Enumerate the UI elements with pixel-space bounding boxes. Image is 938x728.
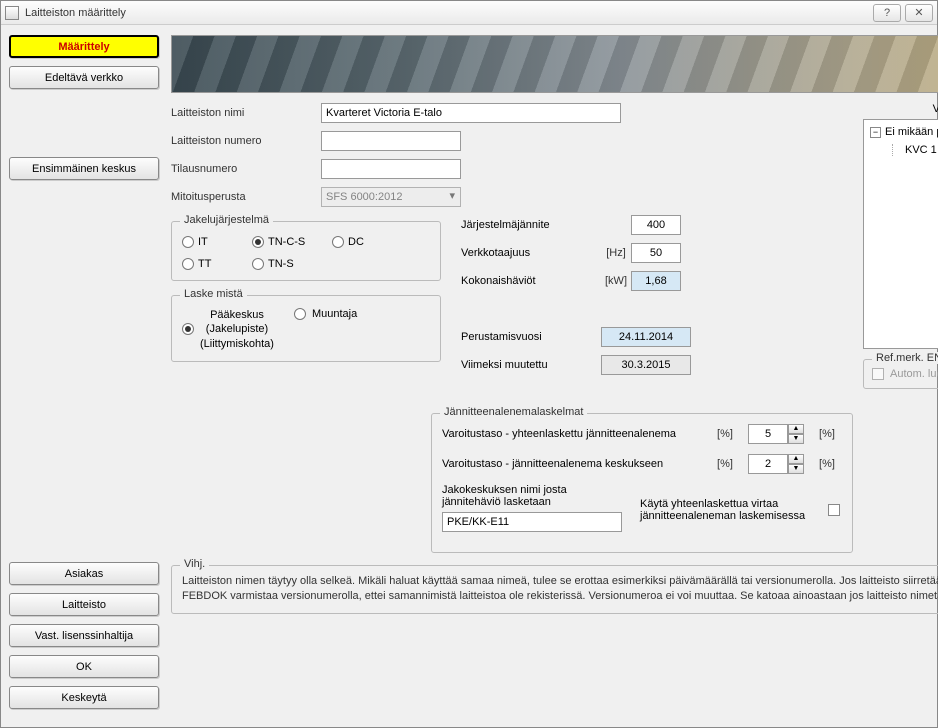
warn2-up-icon[interactable]: ▲ [788, 454, 804, 464]
tree-child-node[interactable]: KVC 1 [905, 144, 938, 156]
radio-transformer[interactable]: Muuntaja [294, 308, 357, 320]
ref-title: Ref.merk. EN 81346 [872, 352, 938, 364]
titlebar: Laitteiston määrittely ? ✕ [1, 1, 937, 25]
hint-title: Vihj. [180, 558, 209, 570]
tree-collapse-icon[interactable]: − [870, 127, 881, 138]
app-icon [5, 6, 19, 20]
hint-box: Vihj. Laitteiston nimen täytyy olla selk… [171, 565, 938, 614]
order-number-input[interactable] [321, 159, 461, 179]
warn1-up-icon[interactable]: ▲ [788, 424, 804, 434]
radio-it[interactable]: IT [182, 236, 252, 248]
use-total-label: Käytä yhteenlaskettua virtaa jännitteena… [640, 498, 820, 522]
warn2-label: Varoitustaso - jännitteenalenema keskuks… [442, 458, 702, 470]
modified-label: Viimeksi muutettu [461, 359, 601, 371]
basis-label: Mitoitusperusta [171, 191, 321, 203]
order-number-label: Tilausnumero [171, 163, 321, 175]
voltage-label: Järjestelmäjännite [461, 219, 601, 231]
founded-label: Perustamisvuosi [461, 331, 601, 343]
radio-tns[interactable]: TN-S [252, 258, 332, 270]
project-tree[interactable]: − Ei mikään projekti KVC 1 [863, 119, 938, 349]
sub-center-input[interactable] [442, 512, 622, 532]
frequency-label: Verkkotaajuus [461, 247, 601, 259]
equipment-number-input[interactable] [321, 131, 461, 151]
radio-dc[interactable]: DC [332, 236, 392, 248]
cancel-button[interactable]: Keskeytä [9, 686, 159, 709]
voltage-drop-fieldset: Jännitteenalenemalaskelmat Varoitustaso … [431, 413, 853, 553]
auto-create-checkbox [872, 368, 884, 380]
window-title: Laitteiston määrittely [25, 7, 869, 19]
ref-fieldset: Ref.merk. EN 81346 Autom. luonti [863, 359, 938, 389]
define-button[interactable]: Määrittely [9, 35, 159, 58]
voltage-drop-title: Jännitteenalenemalaskelmat [440, 406, 587, 418]
previous-network-button[interactable]: Edeltävä verkko [9, 66, 159, 89]
auto-create-label: Autom. luonti [890, 368, 938, 380]
warn1-spinner[interactable]: ▲ ▼ [748, 424, 804, 444]
calc-from-title: Laske mistä [180, 288, 247, 300]
hint-text: Laitteiston nimen täytyy olla selkeä. Mi… [182, 574, 938, 605]
ok-button[interactable]: OK [9, 655, 159, 678]
equipment-name-input[interactable] [321, 103, 621, 123]
voltage-input[interactable] [631, 215, 681, 235]
losses-unit: [kW] [601, 275, 631, 287]
sub-label2: jännitehäviö lasketaan [442, 496, 632, 508]
close-button[interactable]: ✕ [905, 4, 933, 22]
sidebar: Määrittely Edeltävä verkko Ensimmäinen k… [1, 25, 167, 727]
radio-main-center[interactable]: Pääkeskus (Jakelupiste) (Liittymiskohta) [182, 308, 274, 351]
radio-tt[interactable]: TT [182, 258, 252, 270]
losses-label: Kokonaishäviöt [461, 275, 601, 287]
distribution-title: Jakelujärjestelmä [180, 214, 273, 226]
header-banner [171, 35, 938, 93]
first-center-button[interactable]: Ensimmäinen keskus [9, 157, 159, 180]
frequency-unit: [Hz] [601, 247, 631, 259]
distribution-fieldset: Jakelujärjestelmä IT TN-C-S DC TT TN-S [171, 221, 441, 281]
tree-root-node[interactable]: − Ei mikään projekti [870, 126, 938, 138]
warn2-down-icon[interactable]: ▼ [788, 464, 804, 474]
radio-tncs[interactable]: TN-C-S [252, 236, 332, 248]
license-holder-button[interactable]: Vast. lisenssinhaltija [9, 624, 159, 647]
frequency-input[interactable] [631, 243, 681, 263]
warn2-spinner[interactable]: ▲ ▼ [748, 454, 804, 474]
sub-label1: Jakokeskuksen nimi josta [442, 484, 632, 496]
calc-from-fieldset: Laske mistä Pääkeskus (Jakelupiste) (Lii… [171, 295, 441, 362]
use-total-checkbox[interactable] [828, 504, 840, 516]
warn1-label: Varoitustaso - yhteenlaskettu jännitteen… [442, 428, 702, 440]
help-button[interactable]: ? [873, 4, 901, 22]
equipment-number-label: Laitteiston numero [171, 135, 321, 147]
project-title: Valitse projekti [863, 103, 938, 115]
basis-select[interactable]: SFS 6000:2012 [321, 187, 461, 207]
customer-button[interactable]: Asiakas [9, 562, 159, 585]
founded-input[interactable] [601, 327, 691, 347]
losses-input[interactable] [631, 271, 681, 291]
warn1-down-icon[interactable]: ▼ [788, 434, 804, 444]
equipment-button[interactable]: Laitteisto [9, 593, 159, 616]
modified-input [601, 355, 691, 375]
equipment-name-label: Laitteiston nimi [171, 107, 321, 119]
